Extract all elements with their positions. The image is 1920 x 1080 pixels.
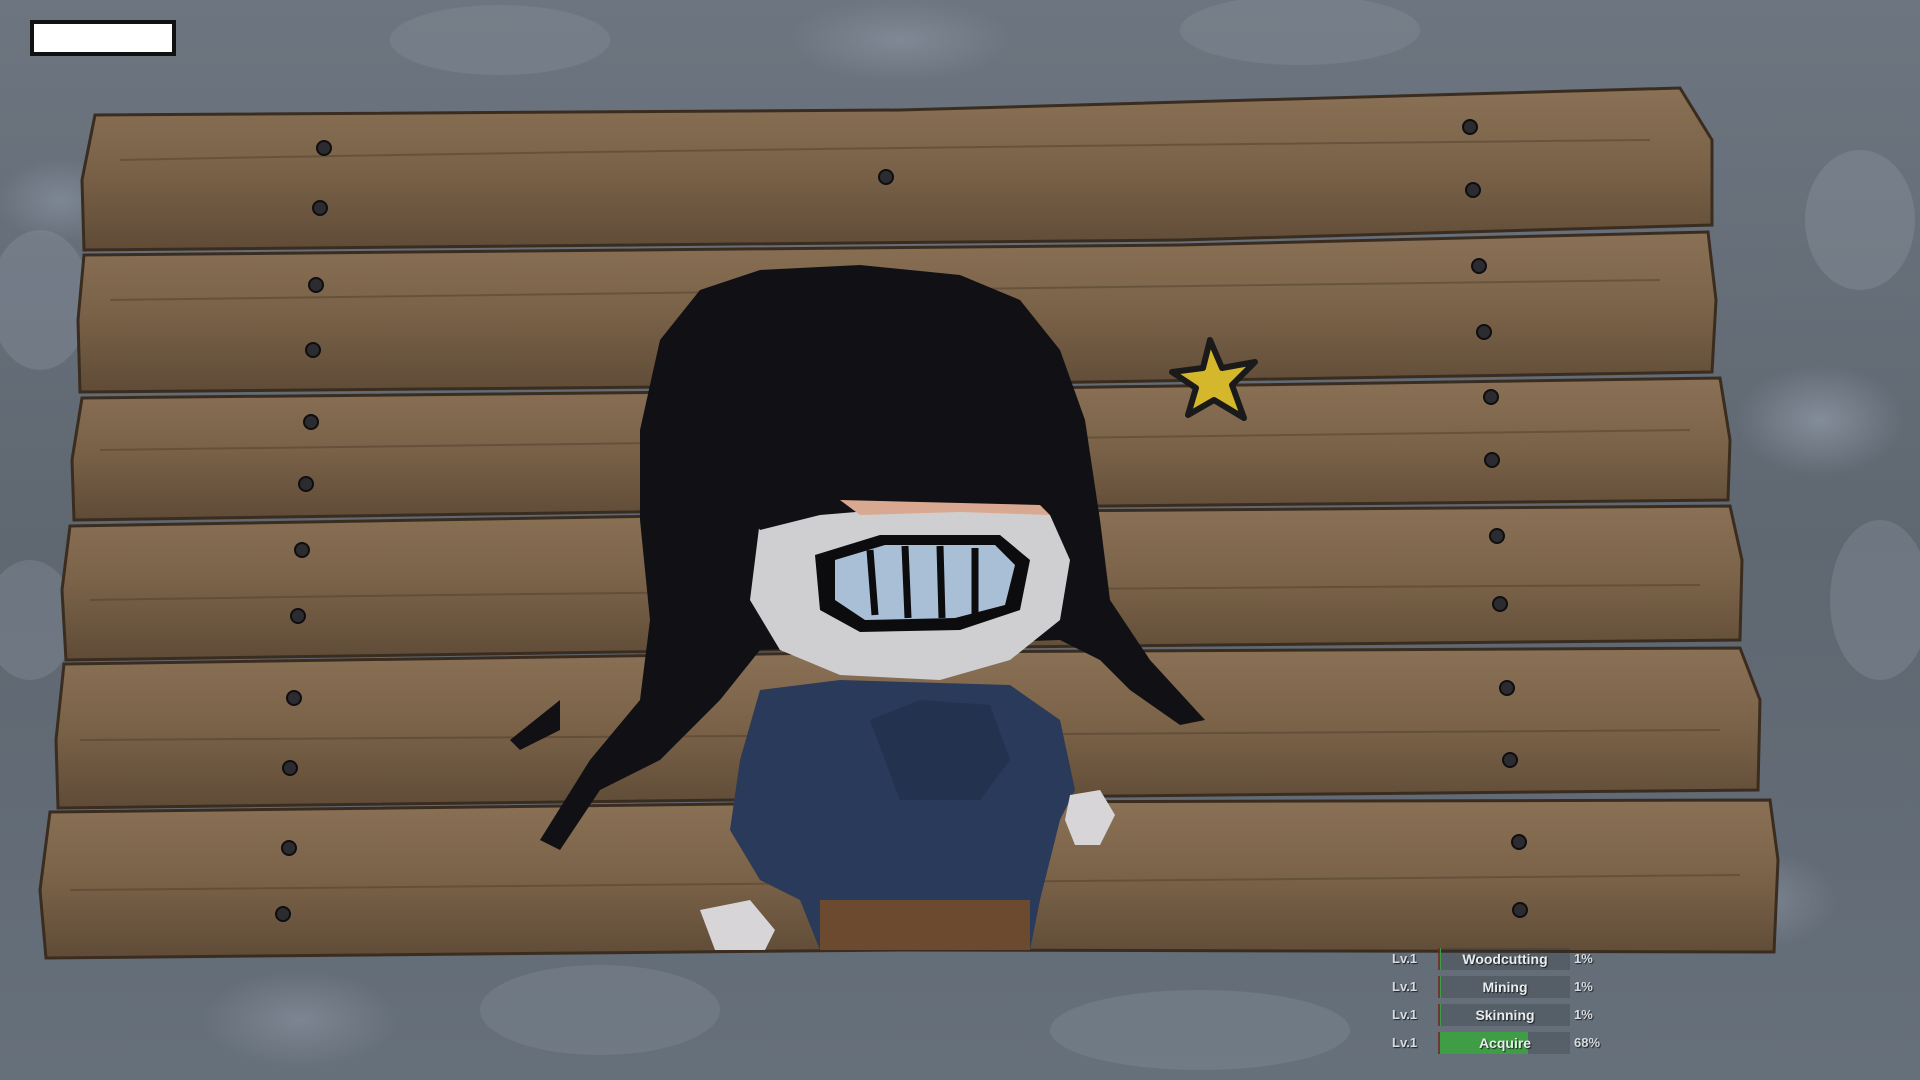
skill-percent: 1% xyxy=(1574,951,1593,966)
nail xyxy=(1492,596,1508,612)
nail xyxy=(281,840,297,856)
skill-percent: 1% xyxy=(1574,1007,1593,1022)
skill-name: Skinning xyxy=(1475,1007,1535,1023)
nail xyxy=(286,690,302,706)
plank xyxy=(80,86,1714,252)
nail xyxy=(305,342,321,358)
nail xyxy=(275,906,291,922)
skill-level: Lv.1 xyxy=(1392,951,1418,966)
nail xyxy=(1476,324,1492,340)
nail xyxy=(878,169,894,185)
nail xyxy=(1502,752,1518,768)
skill-progress-bar: Mining xyxy=(1438,976,1570,998)
skill-percent: 68% xyxy=(1574,1035,1601,1050)
skill-name: Mining xyxy=(1482,979,1528,995)
game-world-view xyxy=(0,0,1920,1070)
nail xyxy=(308,277,324,293)
nail xyxy=(1489,528,1505,544)
skill-level: Lv.1 xyxy=(1392,1035,1418,1050)
nail xyxy=(294,542,310,558)
skill-level: Lv.1 xyxy=(1392,979,1418,994)
skill-name: Woodcutting xyxy=(1462,951,1548,967)
nail xyxy=(1462,119,1478,135)
skill-percent: 1% xyxy=(1574,979,1593,994)
nail xyxy=(282,760,298,776)
skill-progress-bar: Woodcutting xyxy=(1438,948,1570,970)
skill-progress-bar: Skinning xyxy=(1438,1004,1570,1026)
skill-level: Lv.1 xyxy=(1392,1007,1418,1022)
nail xyxy=(1471,258,1487,274)
nail xyxy=(1511,834,1527,850)
skill-progress-bar: Acquire xyxy=(1438,1032,1570,1054)
nail xyxy=(1512,902,1528,918)
nail xyxy=(1484,452,1500,468)
skill-row-mining: Lv.1 Mining 1% xyxy=(1392,976,1602,998)
nail xyxy=(312,200,328,216)
skill-row-skinning: Lv.1 Skinning 1% xyxy=(1392,1004,1602,1026)
nail xyxy=(316,140,332,156)
nail xyxy=(1483,389,1499,405)
nail xyxy=(298,476,314,492)
nail xyxy=(1465,182,1481,198)
nail xyxy=(303,414,319,430)
skill-row-acquire: Lv.1 Acquire 68% xyxy=(1392,1032,1602,1054)
nail xyxy=(290,608,306,624)
skill-name: Acquire xyxy=(1478,1035,1532,1051)
skill-row-woodcutting: Lv.1 Woodcutting 1% xyxy=(1392,948,1602,970)
nail xyxy=(1499,680,1515,696)
skills-panel: Lv.1 Woodcutting 1% Lv.1 Mining 1% Lv.1 … xyxy=(1392,948,1602,1060)
status-box xyxy=(30,20,176,56)
